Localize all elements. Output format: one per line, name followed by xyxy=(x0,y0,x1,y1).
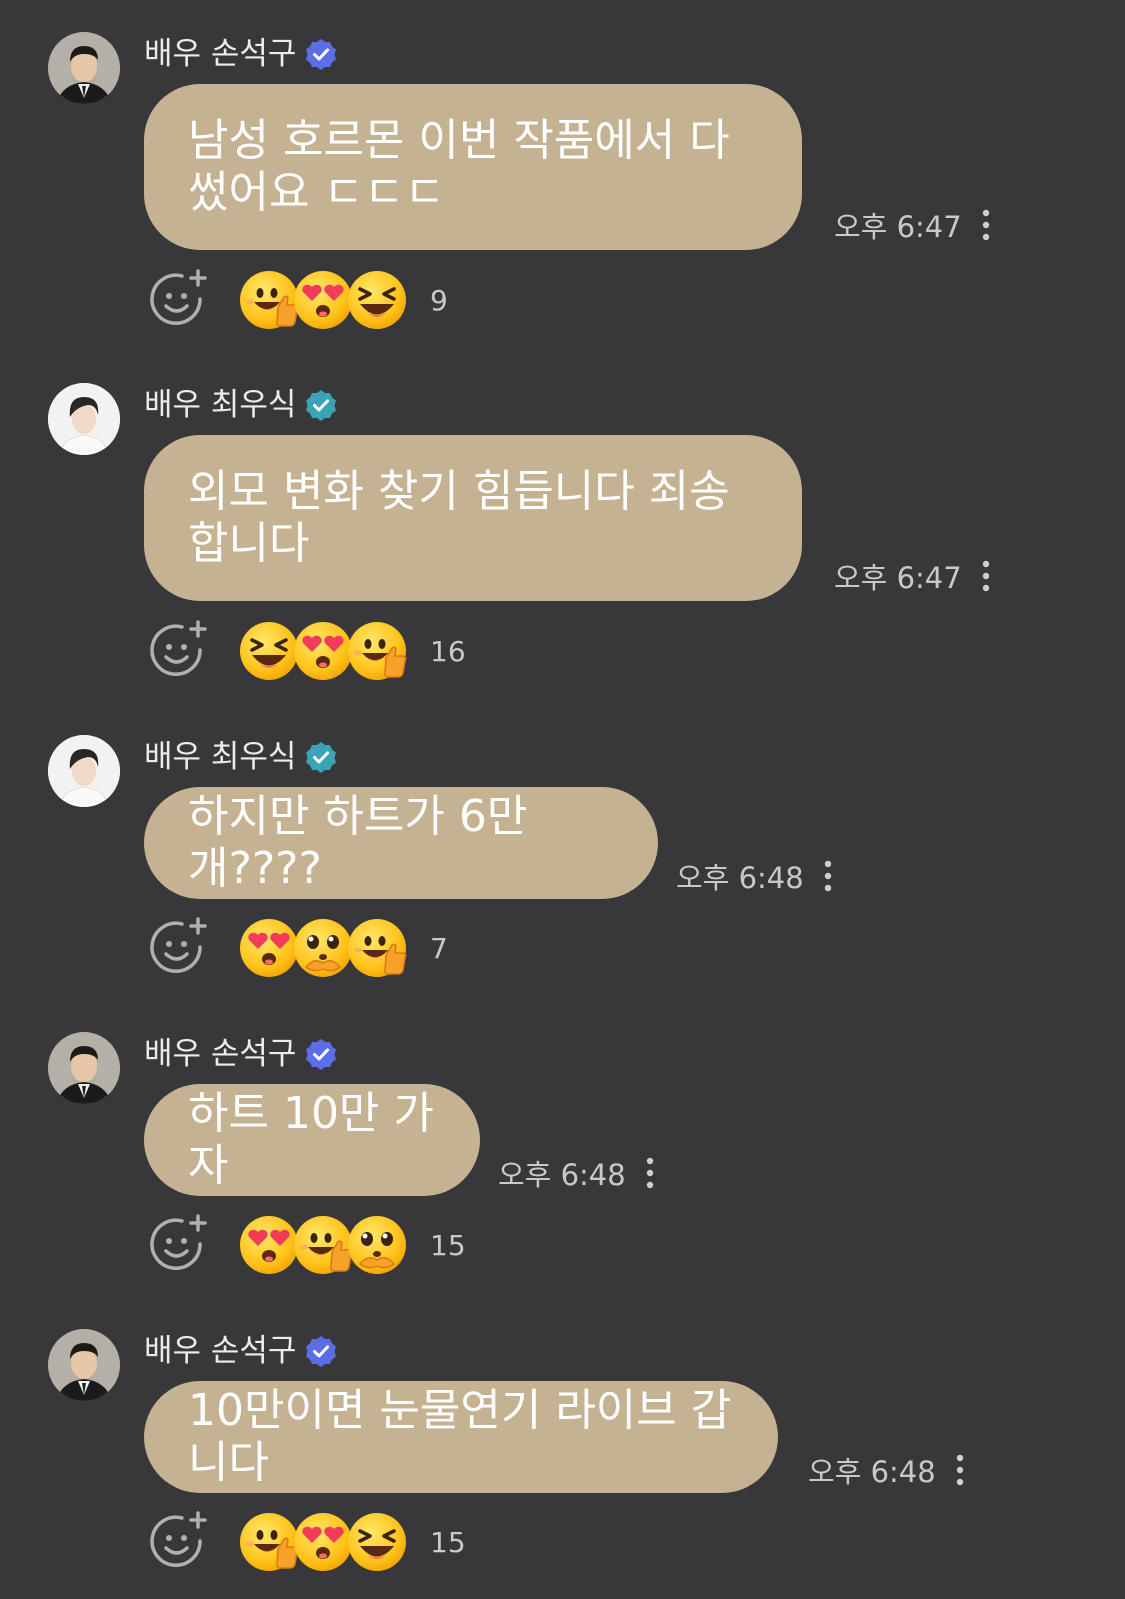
actor-son-avatar xyxy=(48,32,120,104)
message-text: 하지만 하트가 6만개???? xyxy=(188,791,528,894)
heart-eyes-face-icon xyxy=(292,269,354,331)
reaction-count: 9 xyxy=(430,283,448,317)
message-meta: 오후 6:47 xyxy=(834,204,996,246)
reaction-emojis[interactable] xyxy=(238,917,408,979)
message-bubble[interactable]: 10만이면 눈물연기 라이브 갑니다 xyxy=(144,1381,778,1493)
reaction-count: 7 xyxy=(430,931,448,965)
more-options-icon[interactable] xyxy=(818,859,838,893)
message-time: 오후 6:48 xyxy=(808,1455,936,1489)
pleading-face-icon xyxy=(346,1214,408,1276)
laughing-face-icon xyxy=(346,1511,408,1573)
message-time: 오후 6:47 xyxy=(834,210,962,244)
verified-badge-icon xyxy=(304,1037,338,1071)
more-options-icon[interactable] xyxy=(950,1453,970,1487)
thumbs-up-face-icon xyxy=(346,620,408,682)
reaction-emojis[interactable] xyxy=(238,269,408,331)
message-bubble[interactable]: 남성 호르몬 이번 작품에서 다 썼어요 ㄷㄷㄷ xyxy=(144,84,802,250)
sender-name: 배우 손석구 xyxy=(144,34,338,74)
message-meta: 오후 6:47 xyxy=(834,555,996,597)
message-bubble[interactable]: 하지만 하트가 6만개???? xyxy=(144,787,658,899)
message-bubble[interactable]: 하트 10만 가자 xyxy=(144,1084,480,1196)
reaction-count: 15 xyxy=(430,1525,466,1559)
reaction-count: 16 xyxy=(430,634,466,668)
chat-message: 배우 손석구 10만이면 눈물연기 라이브 갑니다 오후 6:48 15 xyxy=(0,1329,1125,1579)
avatar[interactable] xyxy=(48,32,120,104)
reaction-row: 15 xyxy=(148,1213,466,1277)
message-text: 10만이면 눈물연기 라이브 갑니다 xyxy=(188,1385,732,1488)
sender-name: 배우 손석구 xyxy=(144,1331,338,1371)
laughing-face-icon xyxy=(238,620,300,682)
message-text: 남성 호르몬 이번 작품에서 다 썼어요 ㄷㄷㄷ xyxy=(188,115,730,218)
add-reaction-icon[interactable] xyxy=(148,1214,210,1276)
reaction-row: 7 xyxy=(148,916,448,980)
verified-badge-icon xyxy=(304,37,338,71)
actor-choi-avatar xyxy=(48,383,120,455)
avatar[interactable] xyxy=(48,383,120,455)
message-bubble[interactable]: 외모 변화 찾기 힘듭니다 죄송합니다 xyxy=(144,435,802,601)
verified-badge-icon xyxy=(304,1334,338,1368)
pleading-face-icon xyxy=(292,917,354,979)
chat-message: 배우 최우식 외모 변화 찾기 힘듭니다 죄송합니다 오후 6:47 16 xyxy=(0,383,1125,683)
more-options-icon[interactable] xyxy=(640,1156,660,1190)
heart-eyes-face-icon xyxy=(238,1214,300,1276)
reaction-row: 9 xyxy=(148,268,448,332)
reaction-count: 15 xyxy=(430,1228,466,1262)
message-meta: 오후 6:48 xyxy=(808,1449,970,1491)
heart-eyes-face-icon xyxy=(292,620,354,682)
chat-message: 배우 손석구 남성 호르몬 이번 작품에서 다 썼어요 ㄷㄷㄷ 오후 6:47 … xyxy=(0,32,1125,332)
chat-message: 배우 손석구 하트 10만 가자 오후 6:48 15 xyxy=(0,1032,1125,1282)
thumbs-up-face-icon xyxy=(238,269,300,331)
actor-choi-avatar xyxy=(48,735,120,807)
add-reaction-icon[interactable] xyxy=(148,269,210,331)
message-meta: 오후 6:48 xyxy=(676,855,838,897)
reaction-emojis[interactable] xyxy=(238,1214,408,1276)
heart-eyes-face-icon xyxy=(238,917,300,979)
heart-eyes-face-icon xyxy=(292,1511,354,1573)
thumbs-up-face-icon xyxy=(292,1214,354,1276)
reaction-row: 15 xyxy=(148,1510,466,1574)
verified-badge-icon xyxy=(304,388,338,422)
add-reaction-icon[interactable] xyxy=(148,917,210,979)
more-options-icon[interactable] xyxy=(976,208,996,242)
actor-son-avatar xyxy=(48,1032,120,1104)
reaction-emojis[interactable] xyxy=(238,1511,408,1573)
chat-message: 배우 최우식 하지만 하트가 6만개???? 오후 6:48 7 xyxy=(0,735,1125,985)
sender-name: 배우 손석구 xyxy=(144,1034,338,1074)
thumbs-up-face-icon xyxy=(346,917,408,979)
message-time: 오후 6:47 xyxy=(834,561,962,595)
add-reaction-icon[interactable] xyxy=(148,620,210,682)
message-time: 오후 6:48 xyxy=(498,1158,626,1192)
reaction-row: 16 xyxy=(148,619,466,683)
message-text: 외모 변화 찾기 힘듭니다 죄송합니다 xyxy=(188,466,730,569)
avatar[interactable] xyxy=(48,1032,120,1104)
avatar[interactable] xyxy=(48,1329,120,1401)
more-options-icon[interactable] xyxy=(976,559,996,593)
thumbs-up-face-icon xyxy=(238,1511,300,1573)
reaction-emojis[interactable] xyxy=(238,620,408,682)
sender-name: 배우 최우식 xyxy=(144,385,338,425)
verified-badge-icon xyxy=(304,740,338,774)
actor-son-avatar xyxy=(48,1329,120,1401)
add-reaction-icon[interactable] xyxy=(148,1511,210,1573)
laughing-face-icon xyxy=(346,269,408,331)
sender-name: 배우 최우식 xyxy=(144,737,338,777)
avatar[interactable] xyxy=(48,735,120,807)
message-text: 하트 10만 가자 xyxy=(188,1088,434,1191)
message-time: 오후 6:48 xyxy=(676,861,804,895)
message-meta: 오후 6:48 xyxy=(498,1152,660,1194)
